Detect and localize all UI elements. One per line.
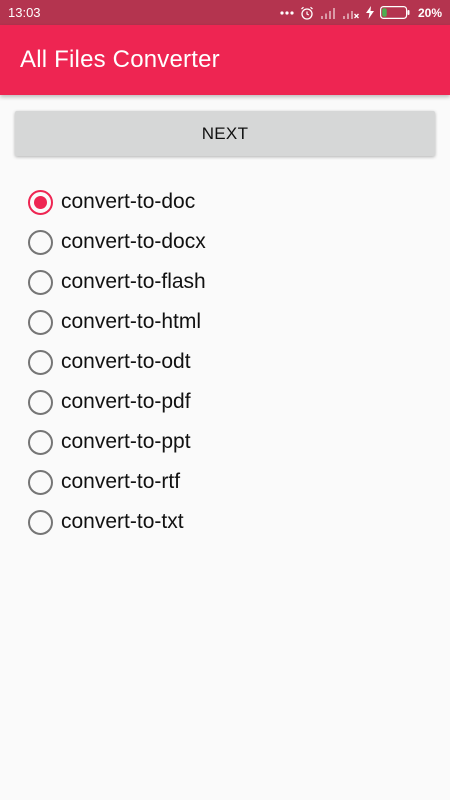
battery-percent: 20% <box>417 5 442 20</box>
radio-label: convert-to-ppt <box>61 430 191 453</box>
status-bar: 13:03 20% <box>0 0 450 25</box>
radio-option-flash[interactable]: convert-to-flash <box>28 262 206 302</box>
radio-button[interactable] <box>28 309 53 335</box>
radio-label: convert-to-txt <box>61 510 184 533</box>
battery-icon <box>379 6 410 19</box>
radio-button[interactable] <box>28 429 53 455</box>
app-bar: All Files Converter <box>0 25 450 95</box>
radio-label: convert-to-rtf <box>61 470 181 493</box>
radio-label: convert-to-odt <box>61 350 191 373</box>
radio-option-doc[interactable]: convert-to-doc <box>28 182 206 222</box>
radio-label: convert-to-html <box>61 310 202 333</box>
status-icons: 20% <box>280 6 442 20</box>
radio-label: convert-to-doc <box>61 190 196 213</box>
radio-option-ppt[interactable]: convert-to-ppt <box>28 422 206 462</box>
signal-off-icon <box>342 7 360 19</box>
charging-icon <box>365 6 374 19</box>
radio-button[interactable] <box>28 469 53 495</box>
converter-options: convert-to-doc convert-to-docx convert-t… <box>28 182 206 542</box>
radio-label: convert-to-flash <box>61 270 206 293</box>
radio-option-html[interactable]: convert-to-html <box>28 302 206 342</box>
radio-button[interactable] <box>28 509 53 535</box>
next-button[interactable]: NEXT <box>15 111 435 156</box>
battery-fill <box>382 8 387 17</box>
radio-option-odt[interactable]: convert-to-odt <box>28 342 206 382</box>
radio-option-txt[interactable]: convert-to-txt <box>28 502 206 542</box>
radio-button[interactable] <box>28 269 53 295</box>
status-time: 13:03 <box>8 5 41 20</box>
more-icon <box>280 10 294 16</box>
radio-button[interactable] <box>28 389 53 415</box>
radio-button[interactable] <box>28 349 53 375</box>
radio-label: convert-to-docx <box>61 230 206 253</box>
radio-option-pdf[interactable]: convert-to-pdf <box>28 382 206 422</box>
signal-icon <box>320 7 336 19</box>
radio-button[interactable] <box>28 189 53 215</box>
radio-option-docx[interactable]: convert-to-docx <box>28 222 206 262</box>
radio-button[interactable] <box>28 229 53 255</box>
radio-option-rtf[interactable]: convert-to-rtf <box>28 462 206 502</box>
alarm-icon <box>300 6 314 20</box>
app-title: All Files Converter <box>20 46 220 73</box>
radio-label: convert-to-pdf <box>61 390 191 413</box>
